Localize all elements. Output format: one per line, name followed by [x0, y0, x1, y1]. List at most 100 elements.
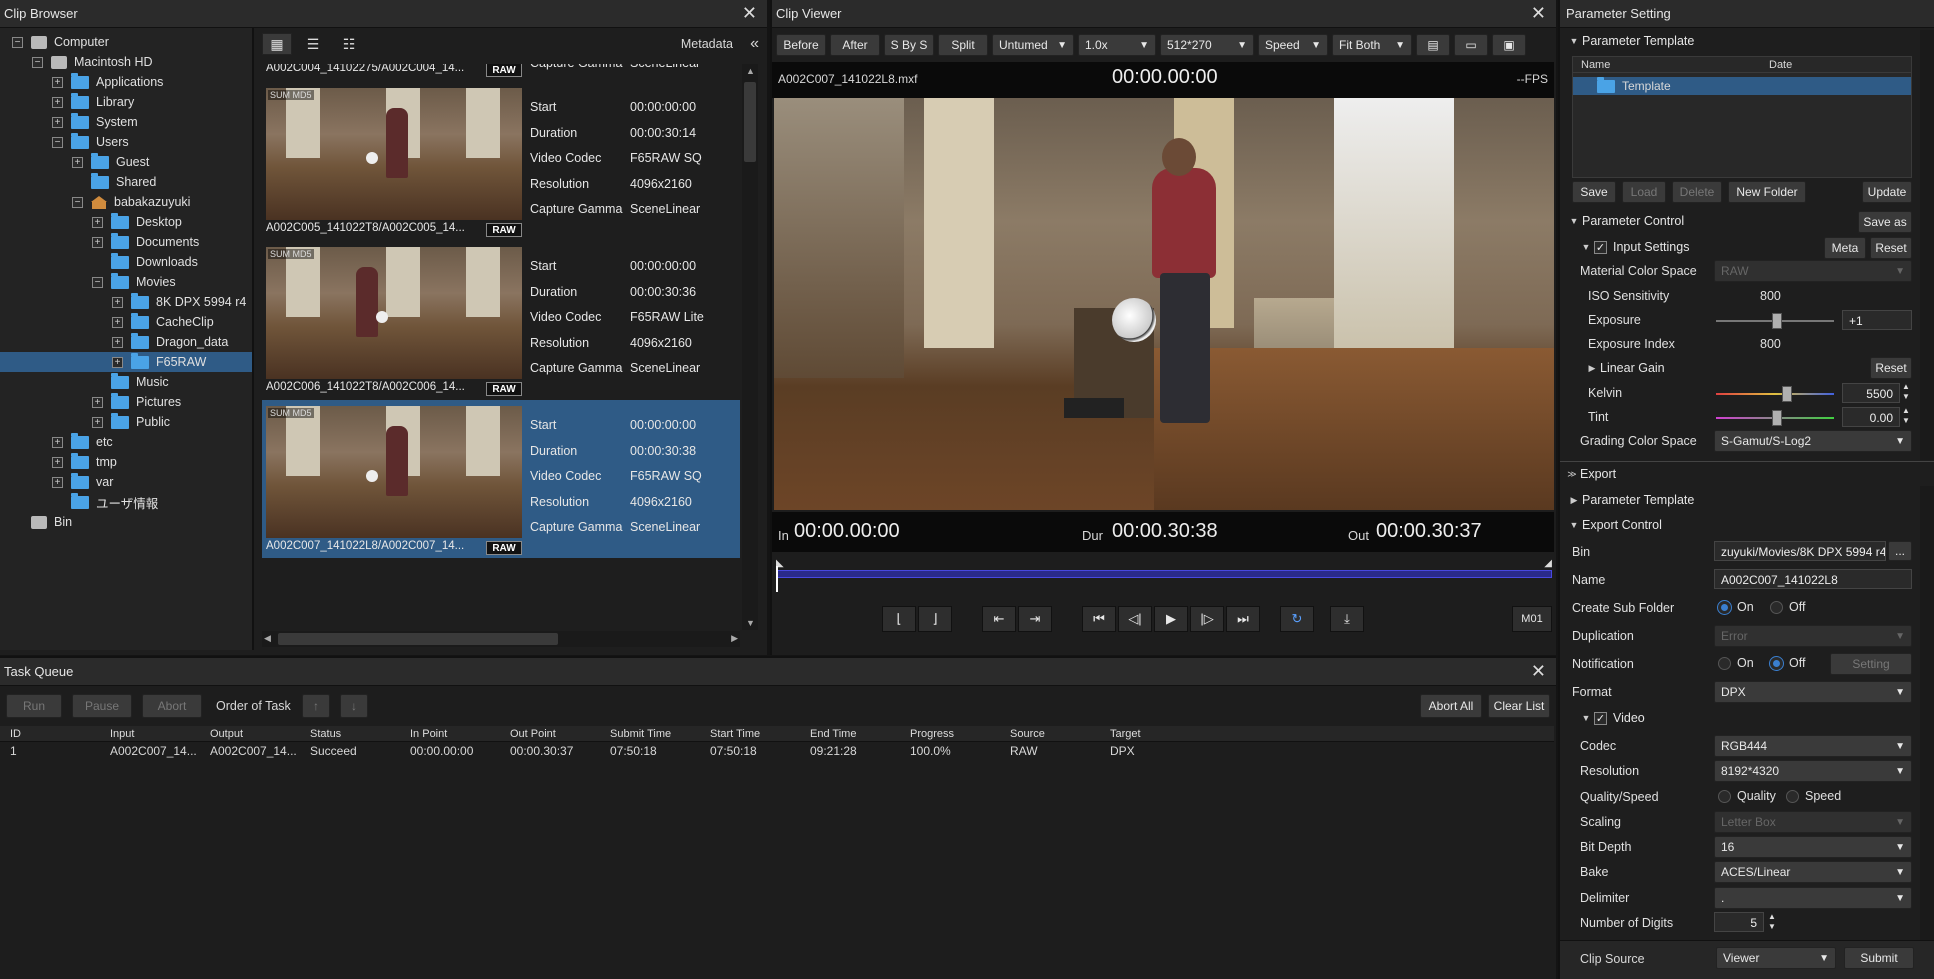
clip-item[interactable]: SUM MD5 A002C006_141022T8/A002C006_14... R…: [262, 241, 740, 399]
tree-item[interactable]: + System: [52, 112, 138, 132]
tree-item[interactable]: + Library: [52, 92, 134, 112]
expand-icon[interactable]: +: [92, 216, 103, 228]
bake-select[interactable]: ACES/Linear ▼: [1714, 861, 1912, 883]
tint-slider-knob[interactable]: [1772, 410, 1782, 426]
video-checkbox[interactable]: ✓: [1594, 711, 1607, 725]
go-to-in-icon[interactable]: ⇤: [982, 606, 1016, 632]
scaling-select[interactable]: Letter Box ▼: [1714, 811, 1912, 833]
digits-value[interactable]: 5: [1714, 912, 1764, 932]
expand-icon[interactable]: +: [112, 316, 123, 328]
scroll-down-icon[interactable]: ▼: [746, 618, 755, 628]
expand-icon[interactable]: +: [52, 116, 63, 128]
close-icon[interactable]: ✕: [742, 3, 757, 24]
column-header[interactable]: Input: [110, 728, 134, 740]
tree-item[interactable]: − babakazuyuki: [72, 192, 190, 212]
column-header[interactable]: Out Point: [510, 728, 556, 740]
tree-item[interactable]: + Pictures: [92, 392, 181, 412]
new-folder-button[interactable]: New Folder: [1728, 181, 1806, 203]
clear-list-button[interactable]: Clear List: [1488, 694, 1550, 718]
collapse-icon[interactable]: −: [32, 56, 43, 68]
collapse-icon[interactable]: −: [72, 196, 83, 208]
tree-item[interactable]: − Computer: [12, 32, 109, 52]
tint-spinner-icon[interactable]: ▲ ▼: [1902, 406, 1910, 426]
template-load-button[interactable]: Load: [1622, 181, 1666, 203]
template-update-button[interactable]: Update: [1862, 181, 1912, 203]
kelvin-spinner-icon[interactable]: ▲ ▼: [1902, 382, 1910, 402]
template-save-button[interactable]: Save: [1572, 181, 1616, 203]
tree-item[interactable]: Shared: [72, 172, 156, 192]
reset-gain-button[interactable]: Reset: [1870, 357, 1912, 379]
tree-item[interactable]: +8K DPX 5994 r4: [112, 292, 246, 312]
rotation-select[interactable]: Untumed ▼: [992, 34, 1074, 56]
column-header[interactable]: Start Time: [710, 728, 760, 740]
save-as-button[interactable]: Save as: [1858, 211, 1912, 233]
thumbnail-view-icon[interactable]: ▦: [262, 33, 292, 55]
delimiter-select[interactable]: . ▼: [1714, 887, 1912, 909]
digits-spinner-icon[interactable]: ▲ ▼: [1768, 912, 1776, 932]
horizontal-scroll-thumb[interactable]: [278, 633, 558, 645]
column-header[interactable]: End Time: [810, 728, 856, 740]
format-select[interactable]: DPX ▼: [1714, 681, 1912, 703]
quality-radio[interactable]: Quality: [1718, 789, 1776, 804]
resolution-select[interactable]: 8192*4320 ▼: [1714, 760, 1912, 782]
overlay-icon[interactable]: ▣: [1492, 34, 1526, 56]
clip-list-vertical-scrollbar[interactable]: ▲ ▼: [742, 64, 758, 630]
clip-item[interactable]: SUM MD5 A002C007_141022L8/A002C007_14... R…: [262, 400, 740, 558]
expand-icon[interactable]: +: [52, 76, 63, 88]
codec-select[interactable]: RGB444 ▼: [1714, 735, 1912, 757]
go-to-start-icon[interactable]: ⏮: [1082, 606, 1116, 632]
fit-select[interactable]: Fit Both ▼: [1332, 34, 1412, 56]
column-header[interactable]: Target: [1110, 728, 1141, 740]
tint-slider[interactable]: [1716, 410, 1834, 426]
expand-icon[interactable]: +: [112, 296, 123, 308]
export-template-section[interactable]: ▶ Parameter Template: [1566, 489, 1926, 511]
column-header[interactable]: Submit Time: [610, 728, 671, 740]
go-to-out-icon[interactable]: ⇥: [1018, 606, 1052, 632]
video-frame[interactable]: [774, 98, 1554, 510]
expand-icon[interactable]: +: [52, 476, 63, 488]
export-control-section[interactable]: ▼ Export Control: [1566, 514, 1926, 536]
expand-icon[interactable]: +: [72, 156, 83, 168]
marker-m01-button[interactable]: M01: [1512, 606, 1552, 632]
scroll-left-icon[interactable]: ◀: [264, 633, 271, 644]
timeline-scrubber[interactable]: ◣ ◢: [776, 556, 1552, 592]
tree-item[interactable]: + CacheClip: [112, 312, 214, 332]
column-header[interactable]: ID: [10, 728, 21, 740]
speed-select[interactable]: Speed ▼: [1258, 34, 1328, 56]
submit-button[interactable]: Submit: [1844, 947, 1914, 969]
parameter-scrollbar-bottom[interactable]: [1920, 486, 1934, 976]
clip-thumbnail[interactable]: SUM MD5: [266, 88, 522, 220]
reset-input-button[interactable]: Reset: [1870, 237, 1912, 259]
size-select[interactable]: 512*270 ▼: [1160, 34, 1254, 56]
video-section[interactable]: ▼ ✓ Video: [1578, 707, 1934, 729]
kelvin-slider-knob[interactable]: [1782, 386, 1792, 402]
column-header[interactable]: In Point: [410, 728, 447, 740]
create-sub-on-radio[interactable]: On: [1718, 600, 1754, 615]
expand-icon[interactable]: +: [112, 356, 123, 368]
tree-item[interactable]: + F65RAW: [0, 352, 252, 372]
exposure-slider-knob[interactable]: [1772, 313, 1782, 329]
speed-radio[interactable]: Speed: [1786, 789, 1841, 804]
layout-icon[interactable]: ▤: [1416, 34, 1450, 56]
out-marker-icon[interactable]: ◢: [1544, 558, 1552, 569]
expand-icon[interactable]: +: [92, 416, 103, 428]
side-by-side-button[interactable]: S By S: [884, 34, 934, 56]
exposure-slider[interactable]: [1716, 313, 1834, 329]
clip-thumbnail[interactable]: SUM MD5: [266, 247, 522, 379]
abort-button[interactable]: Abort: [142, 694, 202, 718]
expand-icon[interactable]: +: [52, 96, 63, 108]
expand-icon[interactable]: +: [92, 396, 103, 408]
grading-select[interactable]: S-Gamut/S-Log2 ▼: [1714, 430, 1912, 452]
create-sub-off-radio[interactable]: Off: [1770, 600, 1805, 615]
mark-out-icon[interactable]: ⌋: [918, 606, 952, 632]
collapse-icon[interactable]: −: [52, 136, 63, 148]
column-header[interactable]: Source: [1010, 728, 1045, 740]
step-forward-icon[interactable]: |▷: [1190, 606, 1224, 632]
tree-item[interactable]: + Dragon_data: [112, 332, 228, 352]
expand-icon[interactable]: +: [112, 336, 123, 348]
mark-in-icon[interactable]: ⌊: [882, 606, 916, 632]
column-header[interactable]: Progress: [910, 728, 954, 740]
list-view-icon[interactable]: ☰: [298, 33, 328, 55]
meta-button[interactable]: Meta: [1824, 237, 1866, 259]
expand-icon[interactable]: +: [52, 456, 63, 468]
